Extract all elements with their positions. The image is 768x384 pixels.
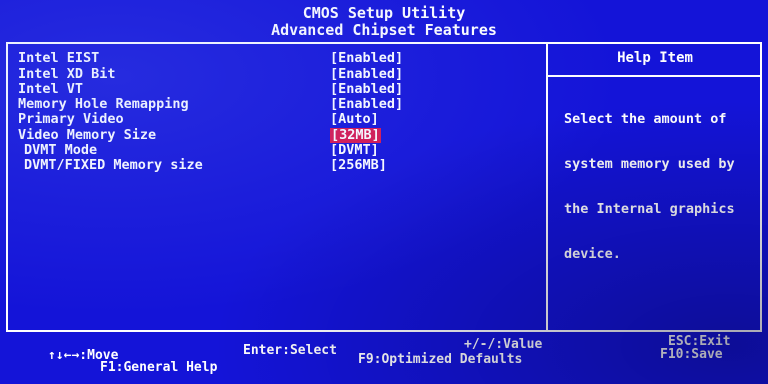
help-line: the Internal graphics xyxy=(564,201,735,217)
setting-dvmt-fixed-memory-size[interactable]: DVMT/FIXED Memory size [256MB] xyxy=(0,158,546,173)
setting-value[interactable]: [256MB] xyxy=(330,158,387,173)
help-text: Select the amount of system memory used … xyxy=(564,82,764,292)
bios-screen: CMOS Setup Utility Advanced Chipset Feat… xyxy=(0,0,768,384)
key-select: Enter:Select xyxy=(243,343,337,358)
key-save: F10:Save xyxy=(660,347,723,362)
setting-label: DVMT Mode xyxy=(24,142,98,158)
setting-label: Video Memory Size xyxy=(18,127,157,143)
setting-primary-video[interactable]: Primary Video [Auto] xyxy=(0,112,546,127)
key-general-help: F1:General Help xyxy=(100,360,218,375)
setting-dvmt-mode[interactable]: DVMT Mode [DVMT] xyxy=(0,143,546,158)
setting-value[interactable]: [Enabled] xyxy=(330,82,403,97)
key-optimized-defaults: F9:Optimized Defaults xyxy=(358,352,523,367)
page-title: Advanced Chipset Features xyxy=(271,21,497,39)
help-separator xyxy=(548,75,762,77)
setting-label: Intel VT xyxy=(18,81,84,97)
setting-label: Intel XD Bit xyxy=(18,66,116,82)
help-line: system memory used by xyxy=(564,156,735,172)
setting-value[interactable]: [Enabled] xyxy=(330,51,403,66)
setting-value[interactable]: [Enabled] xyxy=(330,67,403,82)
panel-divider xyxy=(546,42,548,332)
setting-intel-eist[interactable]: Intel EIST [Enabled] xyxy=(0,51,546,66)
help-line: device. xyxy=(564,246,621,262)
setting-intel-vt[interactable]: Intel VT [Enabled] xyxy=(0,82,546,97)
setting-value[interactable]: [DVMT] xyxy=(330,143,379,158)
setting-label: DVMT/FIXED Memory size xyxy=(24,157,203,173)
setting-memory-hole-remapping[interactable]: Memory Hole Remapping [Enabled] xyxy=(0,97,546,112)
setting-label: Memory Hole Remapping xyxy=(18,96,189,112)
setting-label: Intel EIST xyxy=(18,50,100,66)
key-value: +/-/:Value xyxy=(464,337,543,352)
setting-value[interactable]: [Auto] xyxy=(330,112,379,127)
key-legend: ↑↓←→:Move Enter:Select +/-/:Value ESC:Ex… xyxy=(0,334,768,384)
setting-value-selected[interactable]: [32MB] xyxy=(330,128,381,143)
setting-video-memory-size[interactable]: Video Memory Size [32MB] xyxy=(0,128,546,143)
app-title: CMOS Setup Utility xyxy=(302,4,466,22)
title-bar: CMOS Setup Utility Advanced Chipset Feat… xyxy=(0,2,768,40)
setting-label: Primary Video xyxy=(18,111,124,127)
help-title: Help Item xyxy=(617,50,693,66)
setting-intel-xd-bit[interactable]: Intel XD Bit [Enabled] xyxy=(0,67,546,82)
help-line: Select the amount of xyxy=(564,111,727,127)
setting-value[interactable]: [Enabled] xyxy=(330,97,403,112)
